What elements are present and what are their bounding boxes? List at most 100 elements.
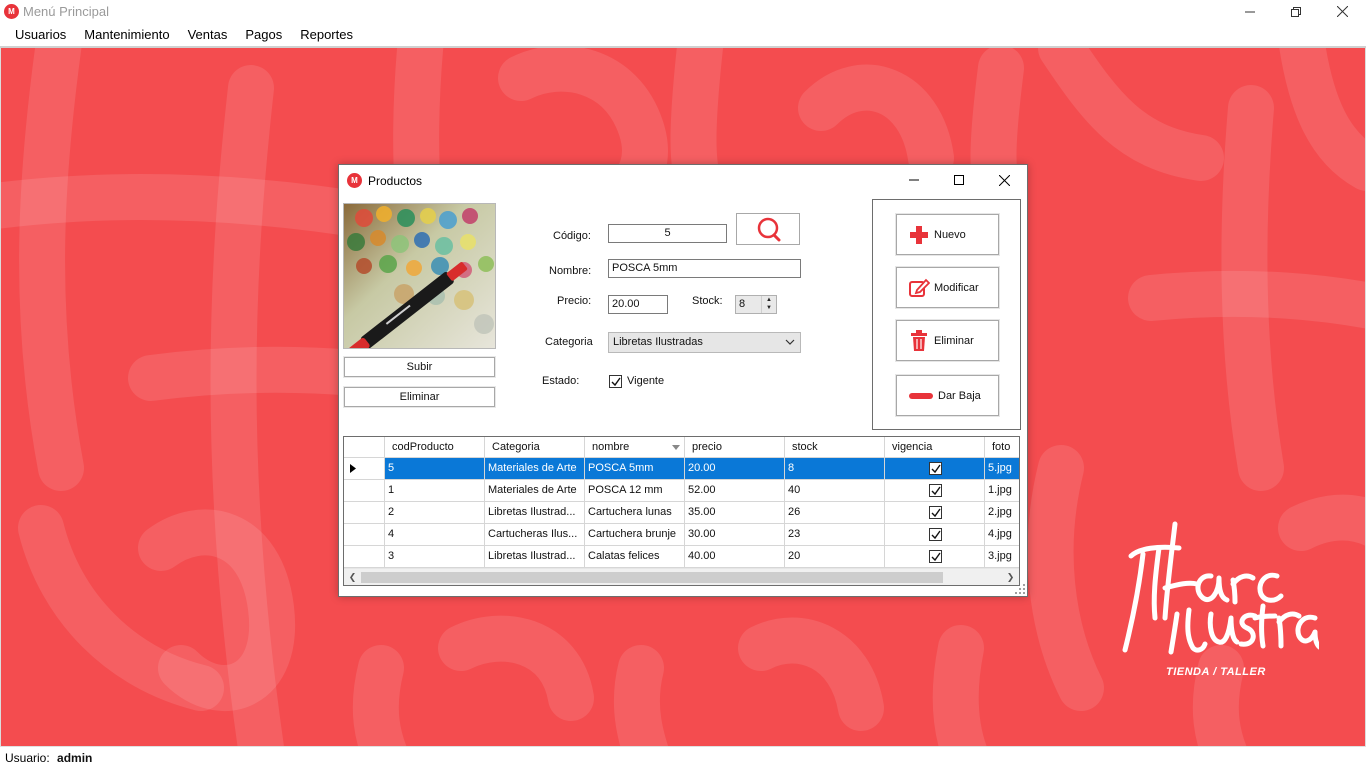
close-icon (999, 174, 1010, 186)
cell-codproducto[interactable]: 5 (385, 458, 485, 480)
column-header-nombre[interactable]: nombre (585, 437, 685, 458)
menu-reportes[interactable]: Reportes (291, 23, 362, 46)
column-header-categoria[interactable]: Categoria (485, 437, 585, 458)
search-button[interactable] (736, 213, 800, 245)
cell-nombre[interactable]: Cartuchera lunas (585, 502, 685, 524)
resize-grip-icon[interactable] (1015, 584, 1025, 594)
cell-nombre[interactable]: Cartuchera brunje (585, 524, 685, 546)
cell-nombre[interactable]: POSCA 12 mm (585, 480, 685, 502)
codigo-label: Código: (553, 230, 591, 242)
cell-vigencia[interactable] (885, 524, 985, 546)
cell-codproducto[interactable]: 3 (385, 546, 485, 568)
cell-stock[interactable]: 20 (785, 546, 885, 568)
app-icon: M (4, 4, 19, 19)
column-header-stock[interactable]: stock (785, 437, 885, 458)
nuevo-button[interactable]: Nuevo (896, 214, 999, 255)
cell-stock[interactable]: 26 (785, 502, 885, 524)
precio-field[interactable]: 20.00 (608, 295, 668, 314)
cell-codproducto[interactable]: 1 (385, 480, 485, 502)
restore-icon (1291, 6, 1301, 17)
cell-nombre[interactable]: Calatas felices (585, 546, 685, 568)
cell-codproducto[interactable]: 2 (385, 502, 485, 524)
scroll-left-icon[interactable]: ❮ (345, 572, 360, 583)
eliminar-button[interactable]: Eliminar (896, 320, 999, 361)
cell-categoria[interactable]: Libretas Ilustrad... (485, 546, 585, 568)
cell-stock[interactable]: 23 (785, 524, 885, 546)
cell-codproducto[interactable]: 4 (385, 524, 485, 546)
menu-pagos[interactable]: Pagos (236, 23, 291, 46)
logo-lettering (1122, 521, 1324, 655)
vigente-checkbox[interactable] (609, 375, 622, 388)
products-grid[interactable]: codProducto Categoria nombre precio stoc… (343, 436, 1020, 586)
close-button[interactable] (1319, 0, 1365, 23)
cell-foto[interactable]: 4.jpg (985, 524, 1019, 546)
stock-stepper[interactable]: 8 ▲ ▼ (735, 295, 777, 314)
restore-button[interactable] (1273, 0, 1319, 23)
cell-foto[interactable]: 1.jpg (985, 480, 1019, 502)
cell-precio[interactable]: 52.00 (685, 480, 785, 502)
modificar-button[interactable]: Modificar (896, 267, 999, 308)
cell-vigencia[interactable] (885, 458, 985, 480)
dar-baja-button[interactable]: Dar Baja (896, 375, 999, 416)
estado-label: Estado: (542, 375, 580, 387)
stock-spinner[interactable]: ▲ ▼ (761, 296, 776, 313)
cell-nombre[interactable]: POSCA 5mm (585, 458, 685, 480)
cell-categoria[interactable]: Cartucheras Ilus... (485, 524, 585, 546)
cell-vigencia[interactable] (885, 546, 985, 568)
cell-precio[interactable]: 40.00 (685, 546, 785, 568)
categoria-select[interactable]: Libretas Ilustradas (608, 332, 801, 353)
row-header[interactable] (344, 502, 385, 524)
menu-ventas[interactable]: Ventas (179, 23, 237, 46)
cell-foto[interactable]: 2.jpg (985, 502, 1019, 524)
delete-photo-button[interactable]: Eliminar (344, 387, 495, 407)
scroll-right-icon[interactable]: ❯ (1003, 572, 1018, 583)
upload-photo-button[interactable]: Subir (344, 357, 495, 377)
dialog-close-button[interactable] (982, 165, 1027, 195)
cell-precio[interactable]: 35.00 (685, 502, 785, 524)
row-header[interactable] (344, 458, 385, 480)
cell-vigencia[interactable] (885, 502, 985, 524)
grid-header-row: codProducto Categoria nombre precio stoc… (344, 437, 1019, 459)
table-row[interactable]: 1 Materiales de Arte POSCA 12 mm 52.00 40 1.j… (344, 480, 1019, 502)
sort-desc-icon (672, 445, 680, 450)
nombre-field[interactable]: POSCA 5mm (608, 259, 801, 278)
column-header-precio[interactable]: precio (685, 437, 785, 458)
trash-icon (908, 329, 930, 352)
dialog-minimize-button[interactable] (891, 165, 936, 195)
cell-categoria[interactable]: Libretas Ilustrad... (485, 502, 585, 524)
vigencia-checkbox[interactable] (929, 484, 942, 497)
spinner-down-icon[interactable]: ▼ (762, 304, 776, 312)
cell-precio[interactable]: 30.00 (685, 524, 785, 546)
cell-vigencia[interactable] (885, 480, 985, 502)
table-row[interactable]: 5 Materiales de Arte POSCA 5mm 20.00 8 5.jpg (344, 458, 1019, 480)
vigencia-checkbox[interactable] (929, 550, 942, 563)
cell-stock[interactable]: 8 (785, 458, 885, 480)
table-row[interactable]: 4 Cartucheras Ilus... Cartuchera brunje 30.… (344, 524, 1019, 546)
vigencia-checkbox[interactable] (929, 462, 942, 475)
table-row[interactable]: 3 Libretas Ilustrad... Calatas felices 40.0… (344, 546, 1019, 568)
grid-horizontal-scrollbar[interactable]: ❮ ❯ (344, 568, 1019, 585)
row-header[interactable] (344, 524, 385, 546)
dialog-maximize-button[interactable] (936, 165, 981, 195)
cell-categoria[interactable]: Materiales de Arte (485, 458, 585, 480)
codigo-field[interactable]: 5 (608, 224, 727, 243)
column-header-vigencia[interactable]: vigencia (885, 437, 985, 458)
minimize-button[interactable] (1227, 0, 1273, 23)
row-header[interactable] (344, 546, 385, 568)
cell-stock[interactable]: 40 (785, 480, 885, 502)
column-header-codproducto[interactable]: codProducto (385, 437, 485, 458)
spinner-up-icon[interactable]: ▲ (762, 296, 776, 304)
vigencia-checkbox[interactable] (929, 506, 942, 519)
menu-mantenimiento[interactable]: Mantenimiento (75, 23, 178, 46)
cell-foto[interactable]: 3.jpg (985, 546, 1019, 568)
scrollbar-thumb[interactable] (361, 572, 943, 583)
column-header-foto[interactable]: foto (985, 437, 1019, 458)
minus-icon (908, 385, 934, 407)
vigencia-checkbox[interactable] (929, 528, 942, 541)
table-row[interactable]: 2 Libretas Ilustrad... Cartuchera lunas 35.… (344, 502, 1019, 524)
row-header[interactable] (344, 480, 385, 502)
cell-categoria[interactable]: Materiales de Arte (485, 480, 585, 502)
menu-usuarios[interactable]: Usuarios (6, 23, 75, 46)
cell-foto[interactable]: 5.jpg (985, 458, 1019, 480)
cell-precio[interactable]: 20.00 (685, 458, 785, 480)
